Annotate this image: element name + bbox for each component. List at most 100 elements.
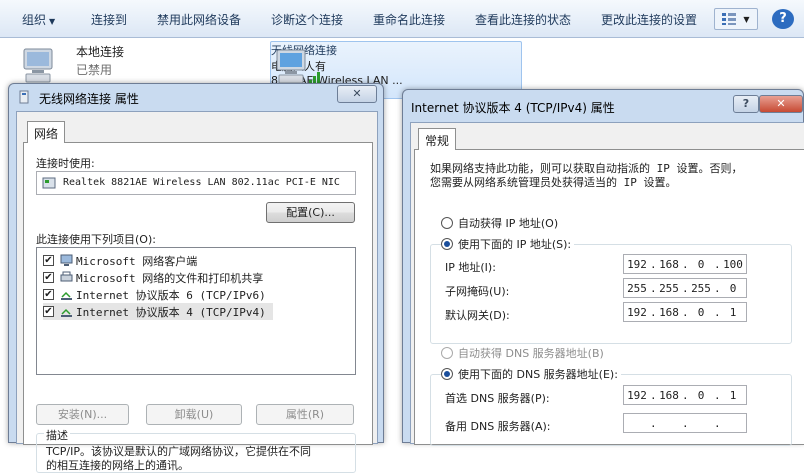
- install-button[interactable]: 安装(N)...: [36, 404, 129, 425]
- radio-button-selected[interactable]: [441, 368, 453, 380]
- disable-device-button[interactable]: 禁用此网络设备: [157, 11, 241, 28]
- radio-button[interactable]: [441, 217, 453, 229]
- ip-dot: .: [682, 416, 689, 430]
- radio-button-selected[interactable]: [441, 238, 453, 250]
- protocol-icon: [61, 291, 72, 300]
- auto-ip-label: 自动获得 IP 地址(O): [458, 217, 559, 230]
- manual-dns-label: 使用下面的 DNS 服务器地址(E):: [458, 368, 618, 381]
- item-label: Internet 协议版本 6 (TCP/IPv6): [76, 288, 266, 302]
- item-label: Microsoft 网络客户端: [76, 254, 198, 268]
- ip-octet: 0: [697, 305, 705, 319]
- preferred-dns-field[interactable]: 192. 168. 0. 1: [623, 385, 747, 405]
- dialog-body: 常规 如果网络支持此功能，则可以获取自动指派的 IP 设置。否则， 您需要从网络…: [410, 122, 804, 446]
- connection-status: 已禁用: [76, 63, 113, 77]
- checkbox[interactable]: ✔: [43, 289, 54, 300]
- ip-octet: 192: [627, 305, 647, 319]
- gateway-label: 默认网关(D):: [445, 309, 510, 322]
- tab-network[interactable]: 网络: [27, 121, 66, 143]
- list-item-selected[interactable]: ✔ Internet 协议版本 4 (TCP/IPv4): [43, 303, 273, 320]
- diagnose-button[interactable]: 诊断这个连接: [271, 11, 343, 28]
- description-text-line2: 的相互连接的网络上的通讯。: [46, 459, 189, 472]
- ip-octet: 255: [627, 281, 647, 295]
- connection-name: 本地连接: [76, 45, 125, 59]
- file-printer-share-icon: [60, 271, 73, 282]
- manual-dns-option[interactable]: 使用下面的 DNS 服务器地址(E):: [441, 366, 621, 382]
- checkbox[interactable]: ✔: [43, 306, 54, 317]
- adapter-field: Realtek 8821AE Wireless LAN 802.11ac PCI…: [36, 171, 356, 195]
- adapter-name: Realtek 8821AE Wireless LAN 802.11ac PCI…: [63, 177, 340, 188]
- uninstall-button[interactable]: 卸载(U): [146, 404, 242, 425]
- ip-address-label: IP 地址(I):: [445, 261, 496, 274]
- preferred-dns-label: 首选 DNS 服务器(P):: [445, 392, 550, 405]
- dialog-body: 网络 连接时使用: Realtek 8821AE Wireless LAN 80…: [16, 111, 378, 473]
- components-list: ✔ Microsoft 网络客户端 ✔ Microsoft 网络的文件和打印机共…: [36, 247, 356, 375]
- ip-octet: 192: [627, 257, 647, 271]
- subnet-mask-label: 子网掩码(U):: [445, 285, 510, 298]
- alternate-dns-label: 备用 DNS 服务器(A):: [445, 420, 551, 433]
- item-label: Microsoft 网络的文件和打印机共享: [76, 271, 264, 285]
- ip-octet: 1: [729, 388, 737, 402]
- alternate-dns-field[interactable]: . . .: [623, 413, 747, 433]
- organize-label: 组织: [22, 13, 47, 27]
- ip-octet: 168: [659, 388, 679, 402]
- change-settings-button[interactable]: 更改此连接的设置: [601, 11, 697, 28]
- rename-button[interactable]: 重命名此连接: [373, 11, 445, 28]
- general-tab-panel: 如果网络支持此功能，则可以获取自动指派的 IP 设置。否则， 您需要从网络系统管…: [414, 149, 804, 446]
- auto-dns-option[interactable]: 自动获得 DNS 服务器地址(B): [441, 345, 604, 361]
- ip-octet: 255: [659, 281, 679, 295]
- network-client-icon: [60, 254, 73, 266]
- manual-ip-label: 使用下面的 IP 地址(S):: [458, 238, 572, 251]
- ip-octet: 168: [659, 257, 679, 271]
- close-button[interactable]: ✕: [337, 85, 377, 103]
- ip-dot: .: [650, 416, 657, 430]
- network-adapter-icon: [19, 90, 29, 104]
- protocol-icon: [61, 308, 72, 317]
- dialog-title: Internet 协议版本 4 (TCP/IPv4) 属性: [411, 101, 615, 115]
- close-button[interactable]: ✕: [759, 95, 803, 113]
- ip-octet: 0: [697, 257, 705, 271]
- items-label: 此连接使用下列项目(O):: [36, 233, 156, 246]
- manual-ip-option[interactable]: 使用下面的 IP 地址(S):: [441, 236, 575, 252]
- view-options-button[interactable]: ▼: [714, 8, 758, 30]
- computer-network-icon: [23, 48, 53, 83]
- ip-octet: 0: [697, 388, 705, 402]
- view-status-button[interactable]: 查看此连接的状态: [475, 11, 571, 28]
- dialog-title: 无线网络连接 属性: [39, 92, 139, 106]
- view-options-icon: [722, 13, 737, 25]
- description-label: 描述: [44, 427, 70, 443]
- organize-menu[interactable]: 组织 ▼: [22, 11, 55, 28]
- subnet-mask-field[interactable]: 255. 255. 255. 0: [623, 278, 747, 298]
- auto-dns-label: 自动获得 DNS 服务器地址(B): [458, 347, 604, 360]
- tab-general[interactable]: 常规: [418, 128, 457, 150]
- ip-octet: 168: [659, 305, 679, 319]
- list-item[interactable]: ✔ Internet 协议版本 6 (TCP/IPv6): [43, 286, 266, 303]
- gateway-field[interactable]: 192. 168. 0. 1: [623, 302, 747, 322]
- ip-octet: 100: [723, 257, 743, 271]
- ip-address-field[interactable]: 192. 168. 0. 100: [623, 254, 747, 274]
- configure-button[interactable]: 配置(C)...: [266, 202, 355, 223]
- item-label: Internet 协议版本 4 (TCP/IPv4): [76, 305, 266, 319]
- radio-button[interactable]: [441, 347, 453, 359]
- ip-octet: 1: [729, 305, 737, 319]
- chevron-down-icon: ▼: [49, 17, 56, 26]
- auto-ip-option[interactable]: 自动获得 IP 地址(O): [441, 215, 558, 231]
- checkbox[interactable]: ✔: [43, 272, 54, 283]
- list-item[interactable]: ✔ Microsoft 网络客户端: [43, 252, 197, 269]
- connection-properties-dialog: 无线网络连接 属性 ✕ 网络 连接时使用: Realtek 8821AE Wir…: [8, 83, 384, 473]
- checkbox[interactable]: ✔: [43, 255, 54, 266]
- list-item[interactable]: ✔ Microsoft 网络的文件和打印机共享: [43, 269, 263, 286]
- chevron-down-icon: ▼: [743, 14, 750, 24]
- network-card-icon: [42, 177, 56, 189]
- help-button[interactable]: ?: [733, 95, 759, 113]
- ipv4-properties-dialog: Internet 协议版本 4 (TCP/IPv4) 属性 ? ✕ 常规 如果网…: [402, 89, 804, 446]
- help-icon[interactable]: ?: [772, 9, 794, 29]
- intro-text-line2: 您需要从网络系统管理员处获得适当的 IP 设置。: [430, 176, 677, 189]
- ip-octet: 255: [691, 281, 711, 295]
- network-tab-panel: 连接时使用: Realtek 8821AE Wireless LAN 802.1…: [23, 142, 373, 473]
- properties-button[interactable]: 属性(R): [256, 404, 354, 425]
- connect-to-button[interactable]: 连接到: [91, 11, 127, 28]
- ip-dot: .: [714, 416, 721, 430]
- ip-octet: 192: [627, 388, 647, 402]
- ip-octet: 0: [729, 281, 737, 295]
- connect-using-label: 连接时使用:: [36, 157, 95, 170]
